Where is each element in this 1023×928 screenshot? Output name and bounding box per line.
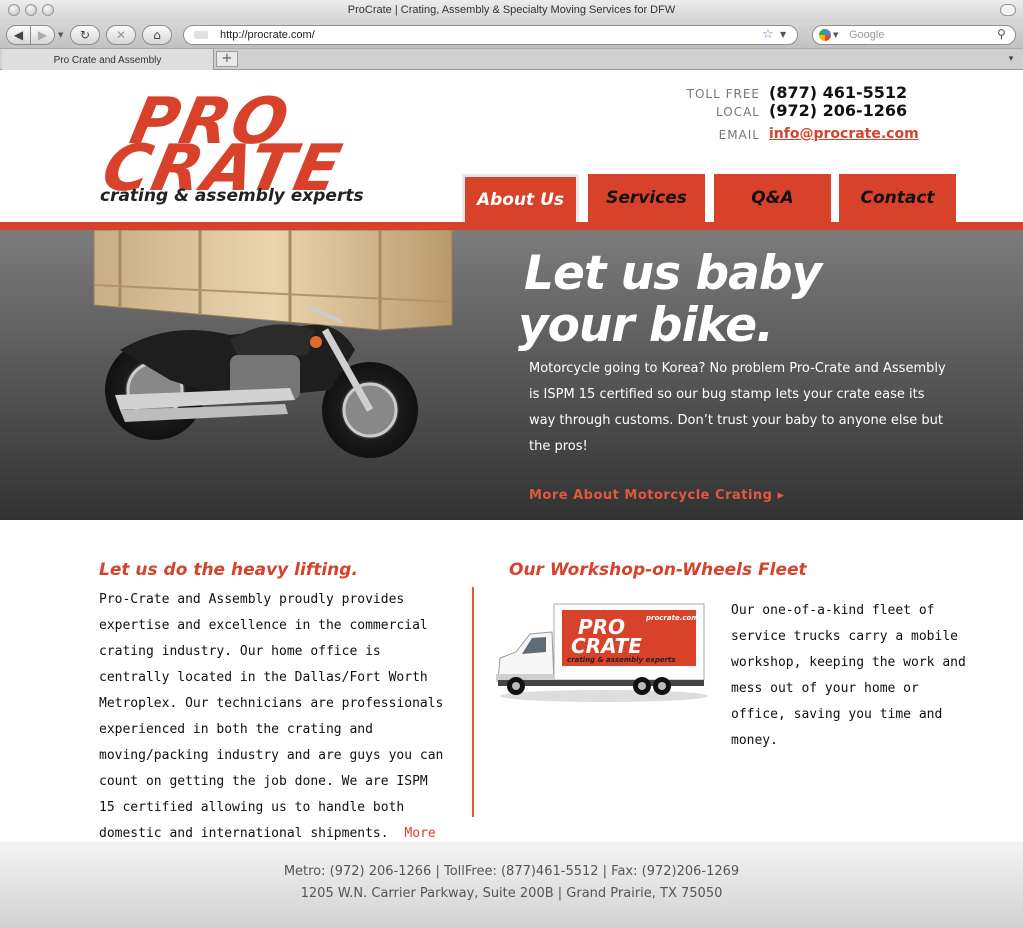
reload-icon: ↻ [79,28,91,42]
truck-logo-crate: CRATE [571,634,642,658]
tab-list-button[interactable]: ▾ [1002,51,1020,67]
footer-address: 1205 W.N. Carrier Parkway, Suite 200B | … [300,886,723,901]
reload-button[interactable]: ↻ [70,25,100,45]
window-titlebar: ProCrate | Crating, Assembly & Specialty… [0,0,1023,23]
motorcycle-crating-link[interactable]: More About Motorcycle Crating ▸ [529,488,785,503]
magnifier-icon[interactable]: ⚲ [997,27,1006,41]
column-divider [472,587,474,817]
logo-tagline: crating & assembly experts [100,186,364,206]
footer-phones: Metro: (972) 206-1266 | TollFree: (877)4… [283,864,740,879]
toolbar-toggle-button[interactable] [1000,4,1016,16]
forward-arrow-icon: ▶ [37,28,48,42]
toll-free-number: (877) 461-5512 [769,83,908,102]
hero-title: Let us baby your bike. [518,246,822,352]
procrate-logo[interactable]: PRO CRATE crating & assembly experts [96,85,390,214]
header-divider [0,222,1023,230]
stop-icon: ✕ [115,28,127,42]
tab-bar: Pro Crate and Assembly + ▾ [0,48,1023,70]
search-engine-dropdown-icon[interactable]: ▼ [833,31,838,39]
stop-button[interactable]: ✕ [106,25,136,45]
heavy-lifting-body: Pro-Crate and Assembly proudly provides … [99,592,444,841]
heavy-lifting-heading: Let us do the heavy lifting. [99,560,358,580]
nav-services[interactable]: Services [588,174,705,222]
heavy-lifting-text: Pro-Crate and Assembly proudly provides … [99,587,444,873]
hero-title-line-1: Let us baby [524,246,822,301]
truck-logo-url: procrate.com [645,614,699,622]
history-dropdown-icon[interactable]: ▼ [58,31,63,39]
back-arrow-icon: ◀ [13,28,24,42]
site-favicon-icon [194,31,208,39]
motorcycle-in-crate-image [93,230,453,458]
local-label: LOCAL [716,105,760,119]
hero-banner: Let us baby your bike. Motorcycle going … [0,230,1023,520]
nav-about-us[interactable]: About Us [462,174,579,222]
new-tab-button[interactable]: + [216,51,238,67]
service-truck-image: PRO CRATE procrate.com crating & assembl… [496,603,708,702]
nav-qa[interactable]: Q&A [714,174,831,222]
hero-body-text: Motorcycle going to Korea? No problem Pr… [529,361,946,454]
back-button[interactable]: ◀ [6,25,31,45]
bookmark-star-icon[interactable]: ☆ [762,27,774,42]
nav-contact[interactable]: Contact [839,174,956,222]
email-label: EMAIL [718,128,760,142]
hero-title-line-2: your bike. [518,298,774,353]
truck-logo-tagline: crating & assembly experts [567,656,676,664]
home-icon: ⌂ [153,28,161,42]
fleet-heading: Our Workshop-on-Wheels Fleet [509,560,807,580]
window-title: ProCrate | Crating, Assembly & Specialty… [347,4,676,16]
site-footer: Metro: (972) 206-1266 | TollFree: (877)4… [0,842,1023,928]
search-bar[interactable]: ▼ Google ⚲ [812,25,1016,45]
tab-procrate[interactable]: Pro Crate and Assembly [2,49,214,70]
url-dropdown-icon[interactable]: ▼ [780,30,786,39]
search-placeholder: Google [849,29,885,41]
fleet-text: Our one-of-a-kind fleet of service truck… [731,603,966,748]
email-link[interactable]: info@procrate.com [769,126,919,142]
browser-toolbar: ◀ ▶ ▼ ↻ ✕ ⌂ http://procrate.com/ ☆ ▼ ▼ G… [0,22,1023,48]
local-number: (972) 206-1266 [769,101,908,120]
url-text: http://procrate.com/ [220,29,315,41]
forward-button[interactable]: ▶ [30,25,55,45]
address-bar[interactable]: http://procrate.com/ ☆ ▼ [183,25,798,45]
google-search-engine-icon[interactable] [819,29,831,41]
toll-free-label: TOLL FREE [686,87,760,101]
home-button[interactable]: ⌂ [142,25,172,45]
